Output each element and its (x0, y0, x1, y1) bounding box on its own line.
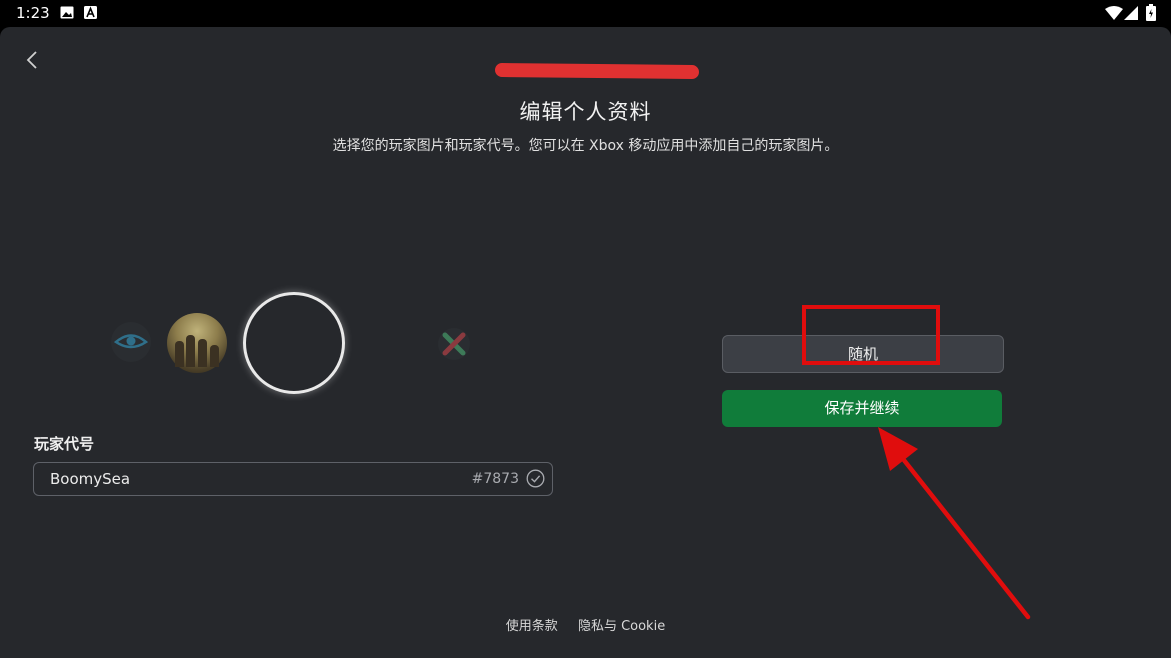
gamerpic-photo-option[interactable] (167, 313, 227, 373)
annotation-highlight-box (802, 305, 940, 365)
gamertag-suffix: #7873 (471, 471, 519, 487)
gamertag-value[interactable]: BoomySea (50, 470, 130, 488)
gamertag-input[interactable]: BoomySea #7873 (33, 462, 553, 496)
gamerpic-eye-option[interactable] (110, 321, 152, 363)
privacy-cookies-link[interactable]: 隐私与 Cookie (578, 619, 665, 634)
wifi-icon (1105, 6, 1123, 20)
gamerpic-crossed-x-option[interactable] (437, 327, 471, 361)
annotation-arrow-icon (878, 427, 1031, 620)
edit-profile-screen: 编辑个人资料 选择您的玩家图片和玩家代号。您可以在 Xbox 移动应用中添加自己… (0, 27, 1171, 658)
status-time: 1:23 (16, 4, 50, 22)
status-bar: 1:23 (0, 0, 1171, 27)
check-circle-icon (526, 469, 545, 488)
terms-of-use-link[interactable]: 使用条款 (506, 619, 558, 634)
gamertag-label: 玩家代号 (34, 435, 95, 453)
redaction-mark (494, 62, 700, 80)
image-notification-icon (60, 6, 74, 19)
page-title: 编辑个人资料 (519, 100, 652, 124)
app-notification-icon (84, 6, 97, 19)
footer-links: 使用条款 隐私与 Cookie (0, 615, 1171, 634)
battery-icon (1146, 4, 1156, 21)
back-arrow-icon[interactable] (22, 49, 44, 71)
signal-icon (1124, 6, 1138, 20)
page-subtitle: 选择您的玩家图片和玩家代号。您可以在 Xbox 移动应用中添加自己的玩家图片。 (332, 138, 839, 154)
gamerpic-selected-option[interactable] (243, 292, 345, 394)
